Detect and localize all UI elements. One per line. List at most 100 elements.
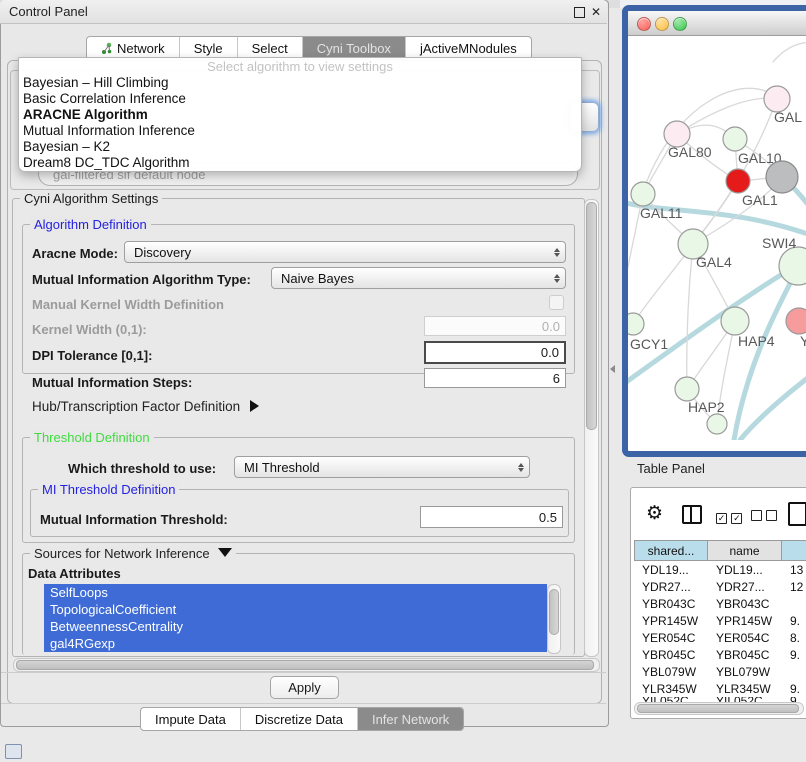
algorithm-definition-title: Algorithm Definition — [30, 217, 151, 232]
hub-transcription-section-toggle[interactable]: Hub/Transcription Factor Definition — [32, 399, 259, 414]
mi-algorithm-type-combobox[interactable]: Naive Bayes — [271, 267, 566, 289]
attribute-item-selfloops[interactable]: SelfLoops — [44, 584, 547, 601]
table-row[interactable]: YDR27...YDR27...12 — [634, 578, 806, 595]
network-node-hap4[interactable] — [721, 307, 749, 335]
table-horizontal-scrollbar[interactable] — [634, 702, 804, 715]
column-header-name[interactable]: name — [708, 540, 782, 561]
mi-algorithm-type-label: Mutual Information Algorithm Type: — [32, 272, 251, 287]
table-cell: YER054C — [708, 629, 782, 646]
table-row[interactable]: YBL079WYBL079W — [634, 663, 806, 680]
algorithm-option-bayesian-hill-climbing[interactable]: Bayesian – Hill Climbing — [19, 75, 581, 91]
sources-section-toggle[interactable]: Sources for Network Inference — [30, 546, 236, 561]
table-panel-title: Table Panel — [637, 461, 705, 476]
which-threshold-combobox[interactable]: MI Threshold — [234, 456, 530, 478]
network-edge[interactable] — [677, 98, 777, 134]
unchecked-columns-icon[interactable] — [751, 508, 777, 526]
node-label-hap2: HAP2 — [688, 399, 725, 415]
mi-steps-field[interactable]: 6 — [424, 368, 566, 388]
network-node-gal10[interactable] — [723, 127, 747, 151]
network-node-gal1[interactable] — [726, 169, 750, 193]
attributes-list-scrollbar[interactable] — [547, 584, 561, 654]
attribute-item-gal4rgexp[interactable]: gal4RGexp — [44, 635, 547, 652]
algorithm-option-aracne-algorithm[interactable]: ARACNE Algorithm — [19, 107, 581, 123]
close-traffic-light-icon[interactable] — [637, 17, 651, 31]
cyni-algorithm-settings-title: Cyni Algorithm Settings — [20, 191, 162, 206]
node-label-gal: GAL — [774, 109, 802, 125]
table-row[interactable]: YER054CYER054C8. — [634, 629, 806, 646]
dpi-tolerance-field[interactable]: 0.0 — [424, 341, 566, 364]
minimize-traffic-light-icon[interactable] — [655, 17, 669, 31]
network-canvas[interactable]: GALGAL80GAL10GAL1GAL11GAL4SWI4GCY1HAP4YH… — [628, 36, 806, 440]
tab-jactivemnodules[interactable]: jActiveMNodules — [406, 37, 531, 59]
tab-network[interactable]: Network — [87, 37, 180, 59]
tab-impute-data[interactable]: Impute Data — [141, 708, 241, 730]
export-table-icon[interactable] — [788, 502, 806, 526]
columns-icon[interactable] — [682, 505, 702, 524]
float-window-icon[interactable] — [574, 7, 585, 18]
column-header-col3[interactable] — [782, 540, 806, 561]
mi-algorithm-type-value: Naive Bayes — [272, 271, 549, 286]
algorithm-option-bayesian-k2[interactable]: Bayesian – K2 — [19, 139, 581, 155]
attribute-item-betweennesscentrality[interactable]: BetweennessCentrality — [44, 618, 547, 635]
algorithm-option-basic-correlation-inference[interactable]: Basic Correlation Inference — [19, 91, 581, 107]
tab-cyni-toolbox[interactable]: Cyni Toolbox — [303, 37, 406, 59]
combo-arrows-icon — [513, 463, 529, 472]
data-attributes-list[interactable]: SelfLoopsTopologicalCoefficientBetweenne… — [44, 584, 547, 652]
network-node-gcy1[interactable] — [628, 313, 644, 335]
close-panel-icon[interactable]: ✕ — [591, 5, 601, 19]
table-cell: 8. — [782, 629, 806, 646]
node-label-y: Y — [800, 333, 806, 349]
restore-panel-icon[interactable] — [5, 744, 22, 759]
cyni-bottom-tabbar: Impute Data Discretize DataInfer Network — [140, 707, 464, 731]
combo-arrows-icon — [549, 248, 565, 257]
kernel-width-label: Kernel Width (0,1): — [32, 322, 147, 337]
gear-icon[interactable]: ⚙ — [646, 502, 663, 525]
table-cell: YER054C — [634, 629, 708, 646]
algorithm-dropdown-placeholder: Select algorithm to view settings — [19, 58, 581, 75]
table-row[interactable]: YPR145WYPR145W9. — [634, 612, 806, 629]
table-row[interactable]: YBR043CYBR043C — [634, 595, 806, 612]
control-panel-titlebar — [0, 0, 607, 24]
table-row[interactable]: YDL19...YDL19...13 — [634, 561, 806, 578]
node-label-gal11: GAL11 — [640, 205, 683, 221]
network-node-gal11[interactable] — [631, 182, 655, 206]
network-node[interactable] — [766, 161, 798, 193]
tab-select[interactable]: Select — [238, 37, 303, 59]
splitter-collapse-icon[interactable] — [610, 365, 615, 373]
algorithm-option-dream8-dc-tdc-algorithm[interactable]: Dream8 DC_TDC Algorithm — [19, 155, 581, 171]
network-node[interactable] — [707, 414, 727, 434]
kernel-width-field[interactable]: 0.0 — [424, 316, 566, 336]
network-edge[interactable] — [628, 262, 802, 388]
checked-columns-icon[interactable]: ✓ ✓ — [716, 508, 742, 526]
mi-threshold-field[interactable]: 0.5 — [420, 506, 563, 528]
mi-steps-label: Mutual Information Steps: — [32, 375, 192, 390]
algorithm-option-mutual-information-inference[interactable]: Mutual Information Inference — [19, 123, 581, 139]
network-edge[interactable] — [773, 43, 806, 62]
table-cell: 12 — [782, 578, 806, 595]
apply-button[interactable]: Apply — [270, 676, 339, 699]
network-node-y[interactable] — [786, 308, 806, 334]
aracne-mode-combobox[interactable]: Discovery — [124, 241, 566, 263]
network-edge[interactable] — [687, 244, 693, 389]
zoom-traffic-light-icon[interactable] — [673, 17, 687, 31]
table-cell: YLR345W — [708, 680, 782, 697]
table-row[interactable]: YLR345WYLR345W9. — [634, 680, 806, 697]
table-cell: YPR145W — [634, 612, 708, 629]
tab-discretize-data[interactable]: Discretize Data — [241, 708, 358, 730]
column-header-shared[interactable]: shared... — [634, 540, 708, 561]
manual-kernel-width-checkbox[interactable] — [549, 295, 564, 310]
attribute-item-topologicalcoefficient[interactable]: TopologicalCoefficient — [44, 601, 547, 618]
table-cell: YPR145W — [708, 612, 782, 629]
settings-vertical-scrollbar[interactable] — [584, 199, 599, 657]
tab-style[interactable]: Style — [180, 37, 238, 59]
tab-label: Impute Data — [155, 712, 226, 727]
network-window-titlebar[interactable] — [628, 11, 806, 36]
app-root: Control Panel ✕ NetworkStyleSelectCyni T… — [0, 0, 806, 762]
tab-infer-network[interactable]: Infer Network — [358, 708, 463, 730]
network-node-hap2[interactable] — [675, 377, 699, 401]
settings-horizontal-scrollbar[interactable] — [13, 658, 600, 672]
table-cell: YBR043C — [708, 595, 782, 612]
network-node-swi4[interactable] — [779, 247, 806, 285]
table-cell: YDR27... — [634, 578, 708, 595]
table-row[interactable]: YBR045CYBR045C9. — [634, 646, 806, 663]
